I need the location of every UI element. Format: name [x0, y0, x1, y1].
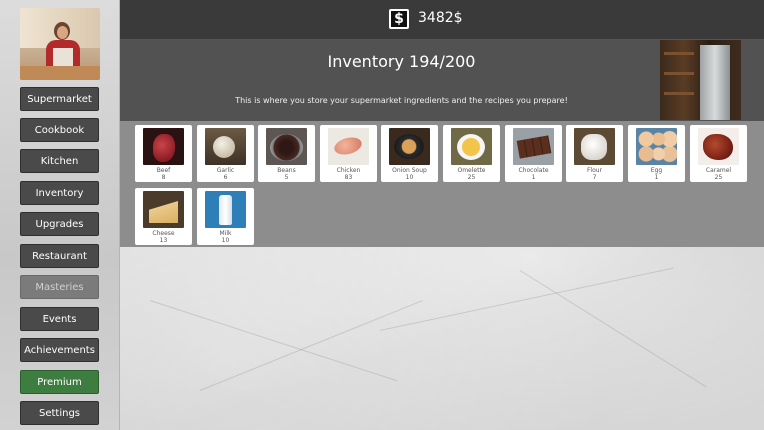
inventory-grid: Beef 8 Garlic 6 Beans 5 Chicken 83 Onion…	[120, 121, 764, 247]
chocolate-icon	[513, 128, 554, 165]
marble-vein	[379, 267, 674, 331]
inventory-item-flour[interactable]: Flour 7	[566, 125, 623, 182]
item-count: 10	[221, 237, 230, 244]
item-name: Flour	[586, 167, 603, 174]
nav-supermarket-button[interactable]: Supermarket	[20, 87, 99, 111]
inventory-item-egg[interactable]: Egg 1	[628, 125, 685, 182]
caramel-icon	[698, 128, 739, 165]
page-title: Inventory 194/200	[327, 52, 476, 71]
nav-settings-button[interactable]: Settings	[20, 401, 99, 425]
nav-achievements-button[interactable]: Achievements	[20, 338, 99, 362]
inventory-item-beans[interactable]: Beans 5	[258, 125, 315, 182]
nav-premium-button[interactable]: Premium	[20, 370, 99, 394]
inventory-item-chocolate[interactable]: Chocolate 1	[505, 125, 562, 182]
item-name: Beans	[277, 167, 296, 174]
inventory-item-beef[interactable]: Beef 8	[135, 125, 192, 182]
item-count: 25	[467, 174, 476, 181]
fridge-image	[660, 40, 741, 120]
item-name: Egg	[650, 167, 663, 174]
inventory-item-chicken[interactable]: Chicken 83	[320, 125, 377, 182]
garlic-icon	[205, 128, 246, 165]
nav-upgrades-button[interactable]: Upgrades	[20, 212, 99, 236]
nav-masteries-button[interactable]: Masteries	[20, 275, 99, 299]
nav-restaurant-button[interactable]: Restaurant	[20, 244, 99, 268]
chicken-icon	[328, 128, 369, 165]
money-amount: 3482$	[418, 10, 463, 26]
item-count: 7	[592, 174, 597, 181]
nav-cookbook-button[interactable]: Cookbook	[20, 118, 99, 142]
nav-kitchen-button[interactable]: Kitchen	[20, 149, 99, 173]
item-count: 25	[714, 174, 723, 181]
inventory-header: Inventory 194/200 This is where you stor…	[120, 40, 764, 121]
item-count: 1	[654, 174, 659, 181]
item-count: 13	[159, 237, 168, 244]
cheese-icon	[143, 191, 184, 228]
onion-soup-icon	[389, 128, 430, 165]
sidebar: Supermarket Cookbook Kitchen Inventory U…	[0, 0, 120, 430]
flour-icon	[574, 128, 615, 165]
item-count: 1	[531, 174, 536, 181]
inventory-item-garlic[interactable]: Garlic 6	[197, 125, 254, 182]
inventory-item-milk[interactable]: Milk 10	[197, 188, 254, 245]
item-name: Chicken	[336, 167, 361, 174]
inventory-item-omelette[interactable]: Omelette 25	[443, 125, 500, 182]
item-count: 8	[161, 174, 166, 181]
item-name: Garlic	[216, 167, 235, 174]
inventory-item-cheese[interactable]: Cheese 13	[135, 188, 192, 245]
milk-icon	[205, 191, 246, 228]
item-name: Chocolate	[518, 167, 549, 174]
nav-inventory-button[interactable]: Inventory	[20, 181, 99, 205]
marble-vein	[519, 270, 707, 388]
item-name: Cheese	[152, 230, 175, 237]
egg-icon	[636, 128, 677, 165]
omelette-icon	[451, 128, 492, 165]
item-name: Omelette	[457, 167, 486, 174]
item-name: Beef	[156, 167, 171, 174]
chef-avatar	[20, 8, 100, 80]
top-bar: $ 3482$	[120, 0, 764, 40]
item-count: 6	[223, 174, 228, 181]
inventory-item-onion-soup[interactable]: Onion Soup 10	[381, 125, 438, 182]
beans-icon	[266, 128, 307, 165]
page-subtitle: This is where you store your supermarket…	[235, 96, 568, 105]
inventory-item-caramel[interactable]: Caramel 25	[690, 125, 747, 182]
item-count: 5	[284, 174, 289, 181]
nav-events-button[interactable]: Events	[20, 307, 99, 331]
beef-icon	[143, 128, 184, 165]
item-name: Onion Soup	[392, 167, 427, 174]
item-count: 83	[344, 174, 353, 181]
item-name: Milk	[219, 230, 232, 237]
item-count: 10	[405, 174, 414, 181]
marble-vein	[149, 300, 398, 382]
item-name: Caramel	[705, 167, 732, 174]
dollar-icon: $	[389, 9, 409, 29]
